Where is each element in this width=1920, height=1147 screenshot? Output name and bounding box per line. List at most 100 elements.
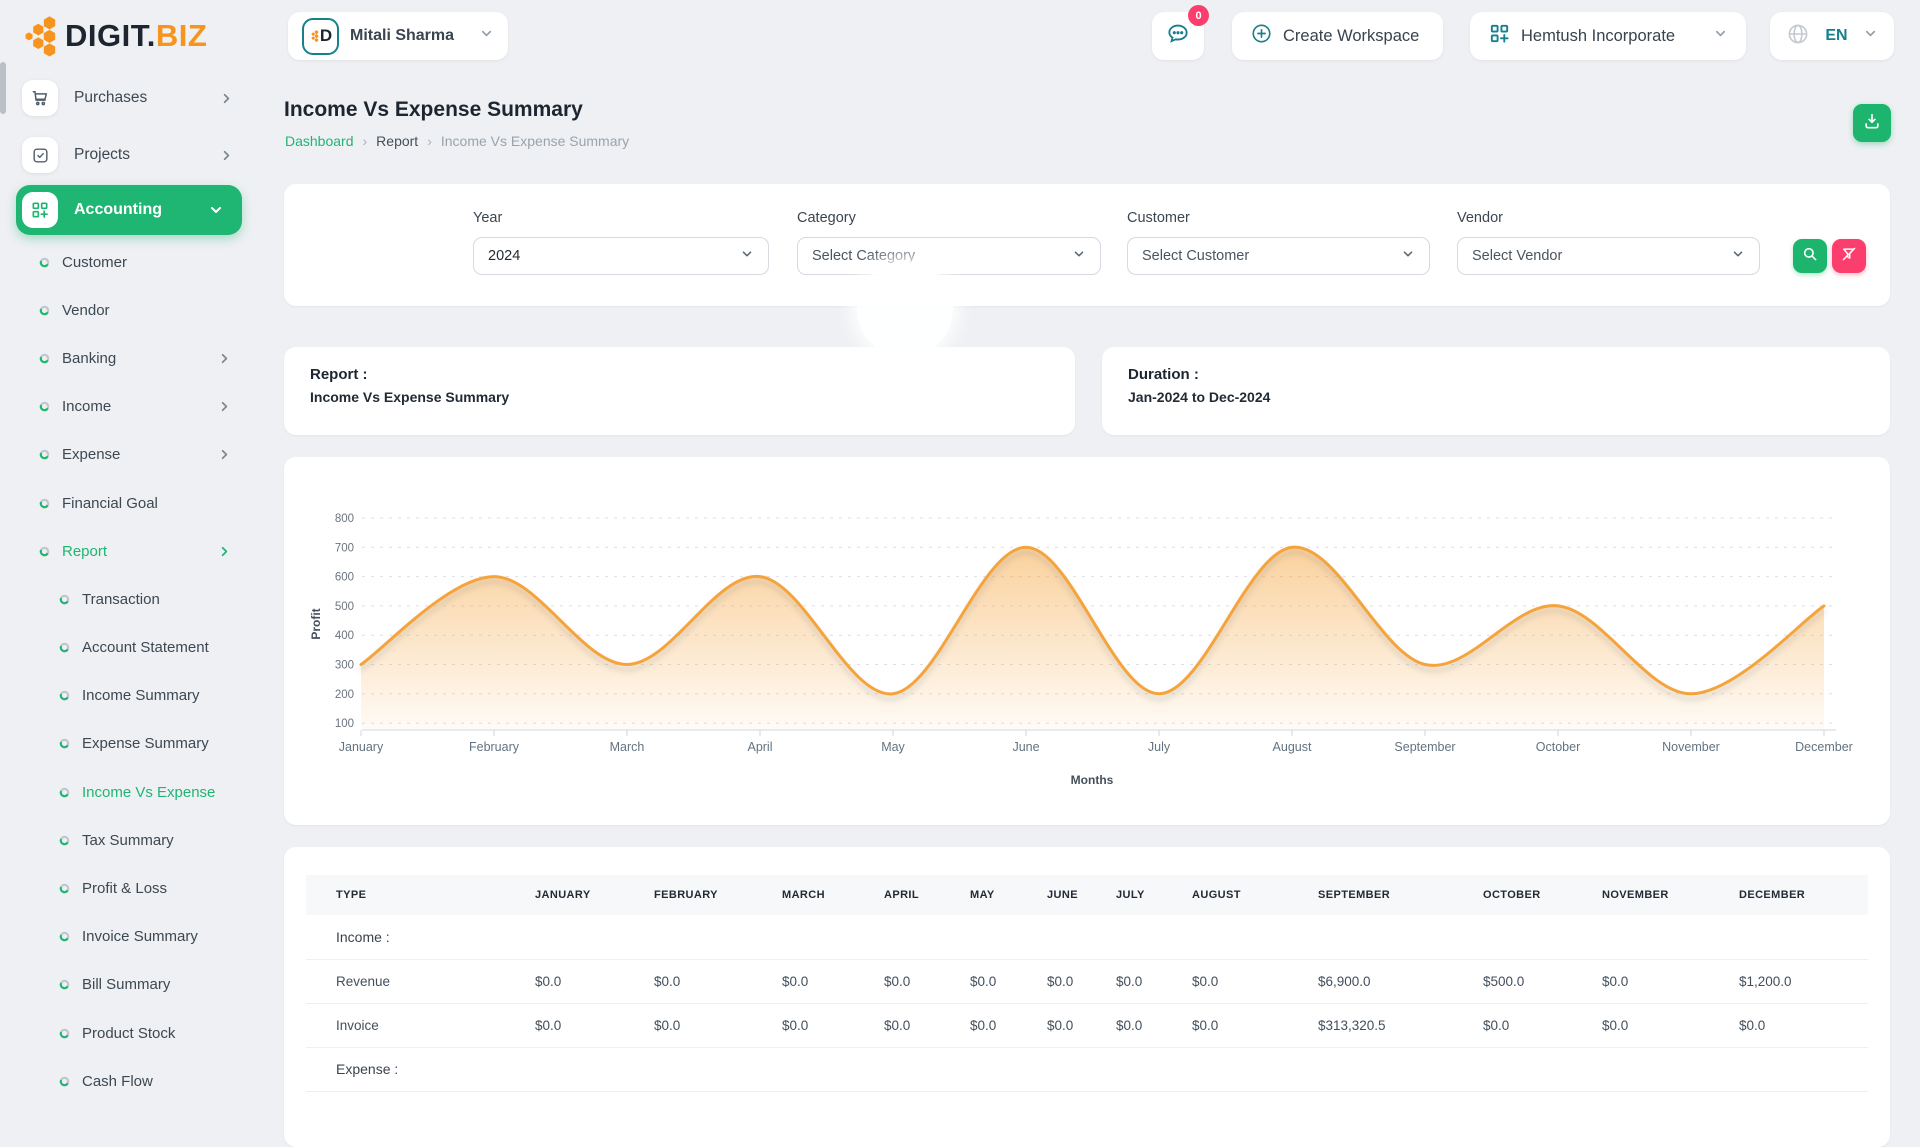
clear-filter-button[interactable] [1832,239,1866,273]
download-report-button[interactable] [1853,104,1891,142]
sidebar-item-projects[interactable]: Projects [0,131,262,179]
sidebar-item-expense-summary[interactable]: Expense Summary [0,720,262,768]
app-logo: DIGIT.BIZ [24,12,207,60]
sidebar-item-customer[interactable]: Customer [0,238,262,286]
sidebar-item-label: Bill Summary [82,976,170,993]
svg-text:May: May [881,740,905,754]
customer-select[interactable]: Select Customer [1127,237,1430,275]
vendor-label: Vendor [1457,210,1503,226]
svg-text:Months: Months [1071,773,1114,787]
bullet-icon [39,257,50,268]
language-selector[interactable]: EN [1770,12,1894,60]
chevron-down-icon [1863,26,1878,46]
sidebar-item-banking[interactable]: Banking [0,334,262,382]
sidebar-item-purchases[interactable]: Purchases [0,74,262,122]
table-row: Revenue$0.0$0.0$0.0$0.0$0.0$0.0$0.0$0.0$… [306,959,1868,1003]
sidebar-item-cash-flow[interactable]: Cash Flow [0,1057,262,1105]
breadcrumb-separator: › [427,133,432,149]
sidebar-item-label: Financial Goal [62,495,158,512]
clear-filter-icon [1840,245,1858,268]
sidebar-item-invoice-summary[interactable]: Invoice Summary [0,913,262,961]
bullet-icon [39,546,50,557]
chevron-down-icon [1072,247,1086,265]
table-column-header: FEBRUARY [654,875,782,915]
sidebar-item-profit-loss[interactable]: Profit & Loss [0,864,262,912]
chevron-down-icon [1713,26,1728,46]
chevron-right-icon [217,447,232,462]
sidebar-item-label: Projects [74,146,130,164]
sidebar-item-expense[interactable]: Expense [0,431,262,479]
sidebar-item-product-stock[interactable]: Product Stock [0,1009,262,1057]
sidebar-item-vendor[interactable]: Vendor [0,286,262,334]
search-icon [1801,245,1819,268]
bullet-icon [59,1076,70,1087]
logo-hex-icon [24,15,58,57]
svg-text:April: April [747,740,772,754]
sidebar-item-income-summary[interactable]: Income Summary [0,672,262,720]
sidebar-item-label: Product Stock [82,1025,175,1042]
svg-text:400: 400 [335,630,354,642]
create-workspace-label: Create Workspace [1283,27,1419,46]
table-row: Invoice$0.0$0.0$0.0$0.0$0.0$0.0$0.0$0.0$… [306,1003,1868,1047]
svg-text:March: March [610,740,645,754]
svg-text:June: June [1012,740,1039,754]
svg-text:100: 100 [335,718,354,730]
svg-text:800: 800 [335,513,354,525]
workspace-selector[interactable]: Hemtush Incorporate [1470,12,1746,60]
bullet-icon [59,835,70,846]
breadcrumb-dashboard[interactable]: Dashboard [285,133,354,149]
sidebar-item-label: Expense [62,446,120,463]
sidebar-item-financial-goal[interactable]: Financial Goal [0,479,262,527]
chat-button[interactable]: 0 [1152,12,1204,60]
chevron-right-icon [217,399,232,414]
avatar: D [302,18,339,55]
bullet-icon [59,787,70,798]
sidebar-item-label: Cash Flow [82,1073,153,1090]
svg-text:September: September [1394,740,1455,754]
sidebar-item-accounting[interactable]: Accounting [16,185,242,235]
cart-icon [22,80,58,116]
user-menu[interactable]: D Mitali Sharma [288,12,508,60]
chevron-down-icon [1731,247,1745,265]
svg-text:August: August [1273,740,1312,754]
year-select[interactable]: 2024 [473,237,769,275]
language-code: EN [1819,27,1854,45]
bullet-icon [39,305,50,316]
sidebar-item-tax-summary[interactable]: Tax Summary [0,816,262,864]
sidebar-item-label: Expense Summary [82,735,209,752]
bullet-icon [39,498,50,509]
vendor-select[interactable]: Select Vendor [1457,237,1760,275]
chevron-right-icon [217,544,232,559]
svg-text:200: 200 [335,689,354,701]
duration-label: Duration : [1128,366,1864,383]
sidebar-item-account-statement[interactable]: Account Statement [0,624,262,672]
category-select[interactable]: Select Category [797,237,1101,275]
globe-icon [1786,22,1810,51]
bullet-icon [59,594,70,605]
sidebar-item-income-vs-expense[interactable]: Income Vs Expense [0,768,262,816]
sidebar: Purchases Projects Accounting CustomerVen… [0,60,262,1080]
breadcrumb-report[interactable]: Report [376,133,418,149]
profit-area-chart: 800700600500400300200100JanuaryFebruaryM… [284,457,1890,825]
table-column-header: MAY [970,875,1047,915]
main-content: Income Vs Expense Summary Dashboard › Re… [284,60,1890,1080]
create-workspace-button[interactable]: Create Workspace [1232,12,1443,60]
sidebar-item-label: Account Statement [82,639,209,656]
sidebar-item-transaction[interactable]: Transaction [0,575,262,623]
sidebar-item-label: Transaction [82,591,160,608]
sidebar-item-report[interactable]: Report [0,527,262,575]
search-button[interactable] [1793,239,1827,273]
sidebar-item-label: Purchases [74,89,147,107]
svg-text:January: January [339,740,384,754]
customer-label: Customer [1127,210,1190,226]
chevron-down-icon [740,247,754,265]
svg-text:November: November [1662,740,1720,754]
svg-text:Profit: Profit [309,608,323,639]
sidebar-item-income[interactable]: Income [0,383,262,431]
year-label: Year [473,210,502,226]
logo-text-primary: DIGIT. [65,18,156,53]
user-name: Mitali Sharma [350,27,468,45]
duration-value: Jan-2024 to Dec-2024 [1128,389,1864,405]
table-column-header: NOVEMBER [1602,875,1739,915]
sidebar-item-bill-summary[interactable]: Bill Summary [0,961,262,1009]
